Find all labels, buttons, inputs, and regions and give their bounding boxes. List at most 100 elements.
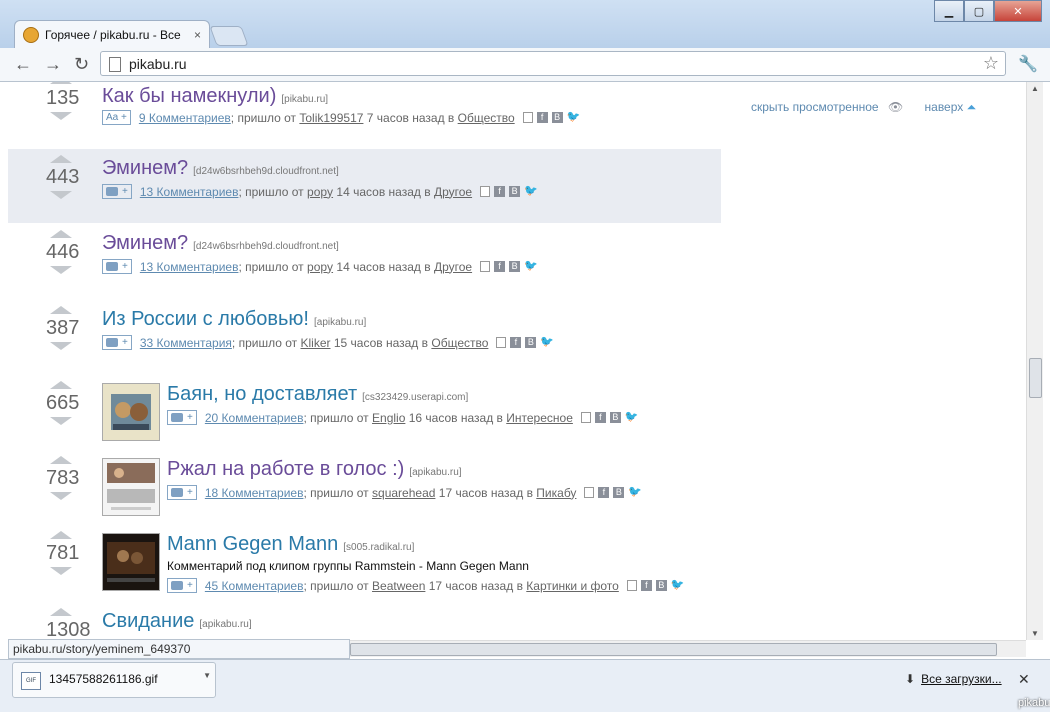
tab-close-icon[interactable]: × — [194, 28, 201, 42]
vote-down-icon[interactable] — [50, 417, 72, 425]
story-title-link[interactable]: Из России с любовью! — [102, 308, 309, 330]
vkontakte-icon[interactable]: B — [509, 261, 521, 272]
comments-link[interactable]: 33 Комментария — [140, 336, 232, 350]
story-title-link[interactable]: Эминем? — [102, 157, 188, 179]
category-link[interactable]: Общество — [431, 336, 488, 350]
author-link[interactable]: Kliker — [300, 336, 330, 350]
comments-link[interactable]: 45 Комментариев — [205, 579, 304, 593]
vote-up-icon[interactable] — [50, 531, 72, 539]
story-title-link[interactable]: Свидание — [102, 610, 194, 632]
vote-down-icon[interactable] — [50, 492, 72, 500]
save-icon[interactable] — [522, 112, 533, 123]
save-icon[interactable] — [580, 412, 591, 423]
maximize-button[interactable]: ▢ — [964, 0, 994, 22]
hide-viewed-link[interactable]: скрыть просмотренное — [751, 100, 879, 114]
save-icon[interactable] — [480, 186, 491, 197]
vote-up-icon[interactable] — [50, 230, 72, 238]
vkontakte-icon[interactable]: B — [655, 580, 667, 591]
save-icon[interactable] — [626, 580, 637, 591]
vote-down-icon[interactable] — [50, 567, 72, 575]
scroll-up-arrow-icon[interactable]: ▲ — [1031, 84, 1039, 93]
author-link[interactable]: popy — [307, 185, 333, 199]
browser-tab[interactable]: Горячее / pikabu.ru - Все × — [14, 20, 210, 48]
story-title-link[interactable]: Ржал на работе в голос :) — [167, 458, 404, 480]
story-thumbnail[interactable] — [102, 533, 160, 591]
vote-up-icon[interactable] — [50, 306, 72, 314]
author-link[interactable]: Tolik199517 — [299, 111, 363, 125]
author-link[interactable]: popy — [307, 260, 333, 274]
new-tab-button[interactable] — [209, 26, 249, 46]
twitter-icon[interactable]: 🐦 — [540, 337, 554, 348]
all-downloads-link[interactable]: ⬇ Все загрузки... — [905, 672, 1002, 686]
story-thumbnail[interactable] — [102, 383, 160, 441]
comments-link[interactable]: 13 Комментариев — [140, 185, 239, 199]
category-link[interactable]: Пикабу — [536, 486, 576, 500]
address-bar[interactable]: pikabu.ru ☆ — [100, 51, 1006, 76]
scroll-down-arrow-icon[interactable]: ▼ — [1031, 629, 1039, 638]
forward-icon[interactable]: → — [44, 54, 62, 75]
wrench-menu-icon[interactable]: 🔧 — [1018, 54, 1038, 74]
save-icon[interactable] — [480, 261, 491, 272]
image-post-badge[interactable]: + — [167, 578, 197, 593]
vote-down-icon[interactable] — [50, 112, 72, 120]
vote-down-icon[interactable] — [50, 191, 72, 199]
back-icon[interactable]: ← — [14, 54, 32, 75]
image-post-badge[interactable]: + — [167, 485, 197, 500]
category-link[interactable]: Общество — [458, 111, 515, 125]
vkontakte-icon[interactable]: B — [551, 112, 563, 123]
to-top-link[interactable]: наверх — [925, 100, 964, 114]
category-link[interactable]: Другое — [434, 260, 472, 274]
vote-up-icon[interactable] — [50, 155, 72, 163]
twitter-icon[interactable]: 🐦 — [628, 487, 642, 498]
comments-link[interactable]: 18 Комментариев — [205, 486, 304, 500]
image-post-badge[interactable]: + — [102, 184, 132, 199]
comments-link[interactable]: 20 Комментариев — [205, 411, 304, 425]
vote-down-icon[interactable] — [50, 266, 72, 274]
vkontakte-icon[interactable]: B — [609, 412, 621, 423]
vote-up-icon[interactable] — [50, 608, 72, 616]
story-title-link[interactable]: Mann Gegen Mann — [167, 533, 338, 555]
save-icon[interactable] — [584, 487, 595, 498]
facebook-icon[interactable]: f — [598, 487, 610, 498]
story-thumbnail[interactable] — [102, 458, 160, 516]
facebook-icon[interactable]: f — [494, 261, 506, 272]
download-item[interactable]: GIF 13457588261186.gif ▼ — [12, 662, 216, 698]
facebook-icon[interactable]: f — [510, 337, 522, 348]
vkontakte-icon[interactable]: B — [525, 337, 537, 348]
vote-up-icon[interactable] — [50, 456, 72, 464]
image-post-badge[interactable]: + — [167, 410, 197, 425]
twitter-icon[interactable]: 🐦 — [671, 580, 685, 591]
story-title-link[interactable]: Как бы намекнули) — [102, 85, 276, 107]
story-title-link[interactable]: Эминем? — [102, 232, 188, 254]
twitter-icon[interactable]: 🐦 — [625, 412, 639, 423]
facebook-icon[interactable]: f — [494, 186, 506, 197]
vertical-scrollbar[interactable]: ▲ ▼ — [1026, 82, 1043, 640]
twitter-icon[interactable]: 🐦 — [524, 186, 538, 197]
author-link[interactable]: Englio — [372, 411, 405, 425]
vote-down-icon[interactable] — [50, 342, 72, 350]
story-title-link[interactable]: Баян, но доставляет — [167, 383, 357, 405]
arrow-up-icon[interactable]: ⏶ — [967, 100, 977, 114]
twitter-icon[interactable]: 🐦 — [567, 112, 581, 123]
chevron-down-icon[interactable]: ▼ — [203, 671, 211, 680]
close-shelf-icon[interactable]: ✕ — [1018, 671, 1030, 688]
bookmark-star-icon[interactable]: ☆ — [983, 53, 999, 74]
vkontakte-icon[interactable]: B — [509, 186, 521, 197]
download-file-name[interactable]: 13457588261186.gif — [49, 672, 158, 686]
vote-up-icon[interactable] — [50, 381, 72, 389]
minimize-button[interactable]: ▁ — [934, 0, 964, 22]
facebook-icon[interactable]: f — [640, 580, 652, 591]
vkontakte-icon[interactable]: B — [613, 487, 625, 498]
category-link[interactable]: Интересное — [506, 411, 573, 425]
facebook-icon[interactable]: f — [536, 112, 548, 123]
scroll-thumb[interactable] — [1029, 358, 1042, 398]
author-link[interactable]: Beatween — [372, 579, 425, 593]
image-post-badge[interactable]: + — [102, 259, 132, 274]
reload-icon[interactable]: ↻ — [74, 54, 89, 75]
comments-link[interactable]: 9 Комментариев — [139, 111, 231, 125]
close-window-button[interactable]: ✕ — [994, 0, 1042, 22]
save-icon[interactable] — [496, 337, 507, 348]
text-post-badge[interactable]: Aa + — [102, 110, 131, 125]
twitter-icon[interactable]: 🐦 — [524, 261, 538, 272]
author-link[interactable]: squarehead — [372, 486, 435, 500]
